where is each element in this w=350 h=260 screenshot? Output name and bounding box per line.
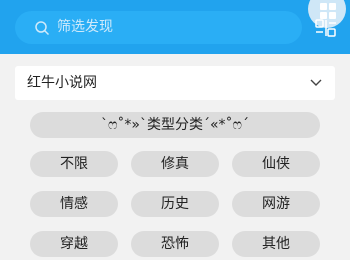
filter-icon[interactable]: [315, 18, 337, 38]
source-dropdown[interactable]: 红牛小说网: [15, 66, 335, 100]
top-bar: 筛选发现: [0, 0, 350, 54]
chevron-down-icon: [310, 79, 322, 86]
tag-online-game[interactable]: 网游: [232, 191, 320, 217]
tag-xianxia[interactable]: 仙侠: [232, 151, 320, 177]
search-icon: [35, 21, 50, 36]
tag-unlimited[interactable]: 不限: [30, 151, 118, 177]
grid-icon: [320, 3, 336, 19]
category-section-title: `ෆ˚*»`类型分类´«*˚ෆ´: [30, 112, 320, 138]
tag-history[interactable]: 历史: [131, 191, 219, 217]
search-bar[interactable]: 筛选发现: [15, 11, 302, 44]
tag-other[interactable]: 其他: [232, 231, 320, 257]
tag-time-travel[interactable]: 穿越: [30, 231, 118, 257]
search-placeholder: 筛选发现: [57, 19, 113, 35]
tag-horror[interactable]: 恐怖: [131, 231, 219, 257]
source-dropdown-value: 红牛小说网: [27, 75, 97, 91]
tag-xiuzhen[interactable]: 修真: [131, 151, 219, 177]
tag-romance[interactable]: 情感: [30, 191, 118, 217]
